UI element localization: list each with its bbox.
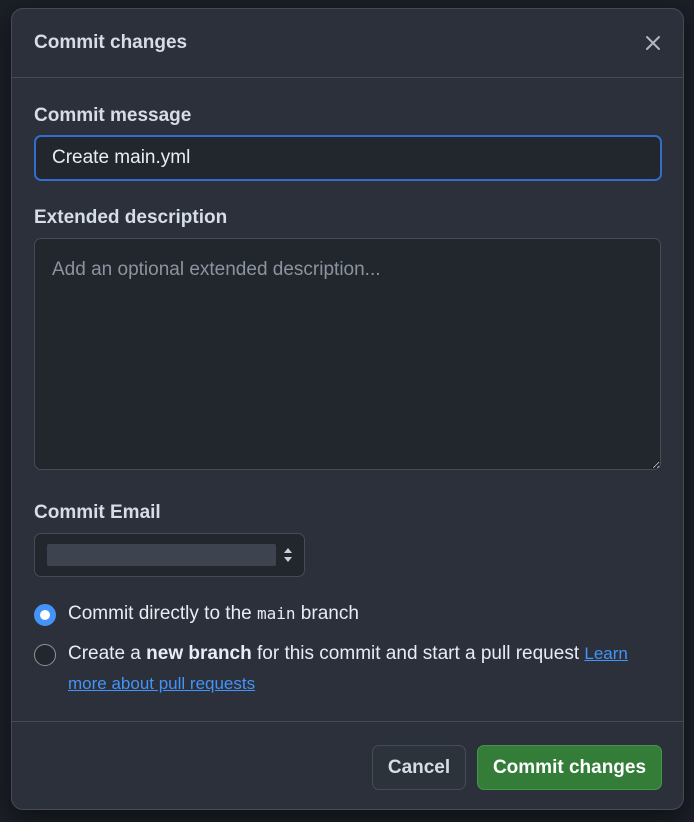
close-icon: [646, 36, 660, 50]
radio-button-direct[interactable]: [34, 604, 56, 626]
cancel-button[interactable]: Cancel: [372, 745, 466, 790]
commit-message-input[interactable]: [34, 135, 662, 181]
direct-suffix: branch: [295, 603, 359, 624]
commit-email-label: Commit Email: [34, 502, 161, 523]
direct-prefix: Commit directly to the: [68, 603, 257, 624]
dialog-title: Commit changes: [34, 32, 188, 53]
select-arrows-icon: [284, 548, 292, 562]
extended-description-textarea[interactable]: [34, 238, 661, 470]
dialog-footer: Cancel Commit changes: [12, 721, 683, 811]
radio-new-branch[interactable]: Create a new branch for this commit and …: [34, 643, 644, 699]
radio-button-new-branch[interactable]: [34, 644, 56, 666]
radio-label-new-branch: Create a new branch for this commit and …: [68, 639, 644, 699]
new-branch-prefix: Create a: [68, 643, 147, 664]
close-button[interactable]: [639, 29, 667, 57]
extended-description-label: Extended description: [34, 207, 228, 228]
commit-message-label: Commit message: [34, 105, 192, 126]
radio-label-direct: Commit directly to the main branch: [68, 599, 359, 629]
commit-email-select[interactable]: [34, 533, 305, 577]
radio-commit-direct[interactable]: Commit directly to the main branch: [34, 603, 359, 629]
new-branch-suffix: for this commit and start a pull request: [251, 643, 585, 664]
email-value-redacted: [47, 544, 276, 566]
commit-changes-button[interactable]: Commit changes: [477, 745, 662, 790]
commit-dialog: Commit changes Commit message Extended d…: [11, 8, 684, 810]
dialog-header: Commit changes: [12, 9, 683, 78]
new-branch-bold: new branch: [146, 643, 252, 664]
branch-name: main: [257, 604, 296, 623]
